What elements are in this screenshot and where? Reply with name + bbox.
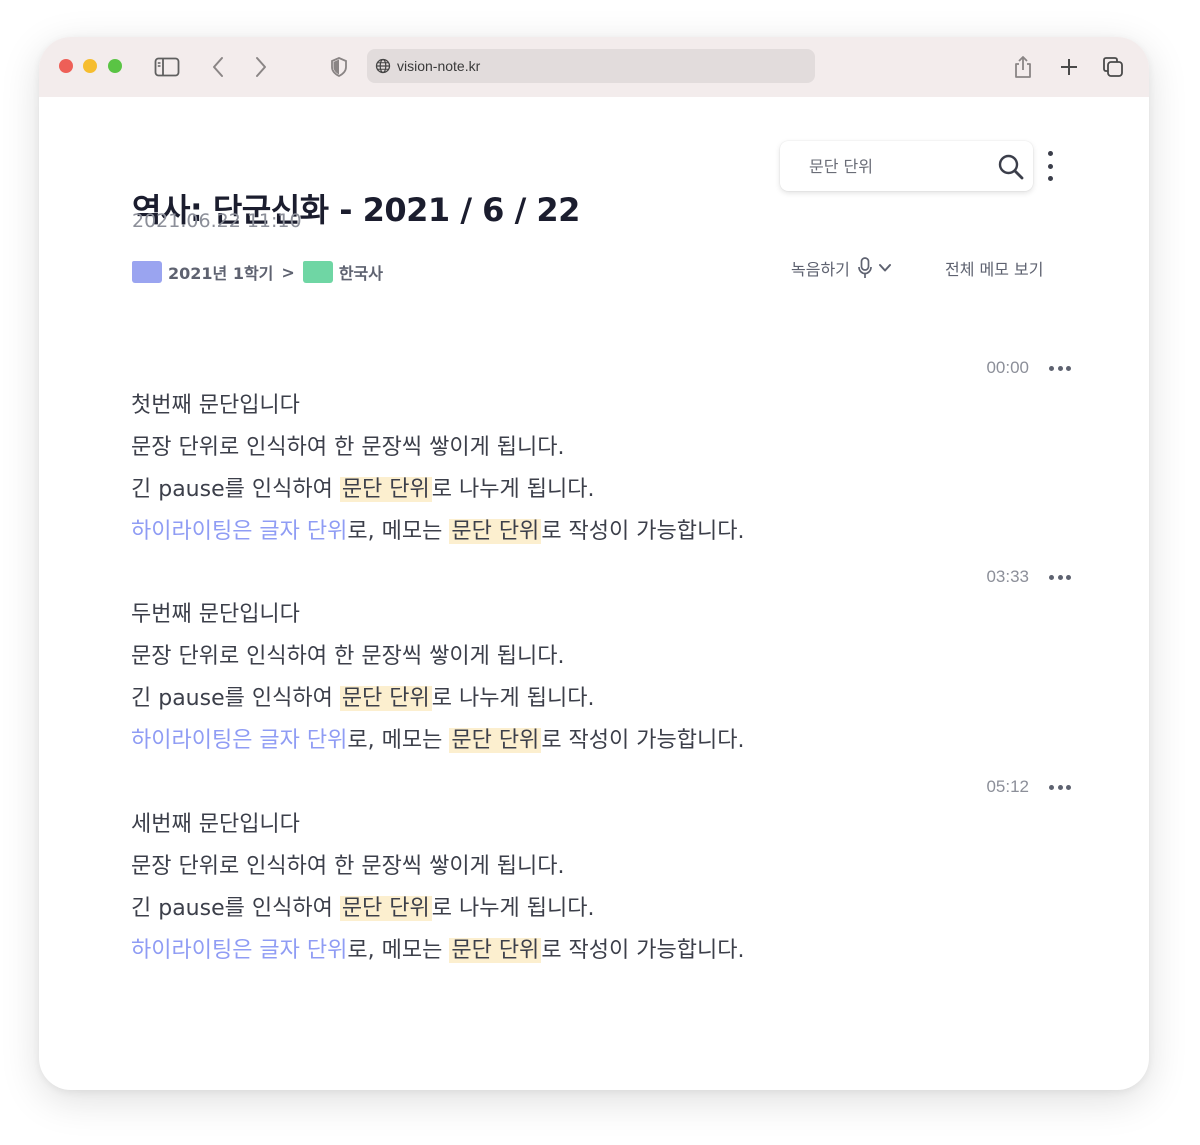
transcript-line[interactable]: 긴 pause를 인식하여 문단 단위로 나누게 됩니다. bbox=[131, 678, 744, 720]
record-button[interactable]: 녹음하기 bbox=[791, 256, 892, 280]
transcript-line[interactable]: 문장 단위로 인식하여 한 문장씩 쌓이게 됩니다. bbox=[131, 636, 744, 678]
memo-highlight[interactable]: 문단 단위 bbox=[449, 728, 542, 753]
more-horizontal-icon[interactable] bbox=[1049, 784, 1071, 790]
chevron-down-icon bbox=[878, 263, 892, 273]
memo-highlight[interactable]: 문단 단위 bbox=[449, 519, 542, 544]
transcript-line[interactable]: 두번째 문단입니다 bbox=[131, 594, 744, 636]
text-highlight[interactable]: 하이라이팅은 글자 단위 bbox=[131, 728, 347, 753]
globe-icon bbox=[375, 58, 391, 74]
transcript-line[interactable]: 긴 pause를 인식하여 문단 단위로 나누게 됩니다. bbox=[131, 469, 744, 511]
share-icon[interactable] bbox=[1009, 53, 1037, 81]
breadcrumb-subject[interactable]: 한국사 bbox=[339, 260, 383, 284]
folder-icon bbox=[132, 261, 162, 283]
line-text: 긴 pause를 인식하여 bbox=[131, 686, 340, 711]
line-text: 긴 pause를 인식하여 bbox=[131, 896, 340, 921]
memo-highlight[interactable]: 문단 단위 bbox=[339, 896, 432, 921]
note-timestamp: 2021.06.22 11:10 bbox=[132, 210, 302, 232]
text-highlight[interactable]: 하이라이팅은 글자 단위 bbox=[131, 519, 347, 544]
transcript-line[interactable]: 긴 pause를 인식하여 문단 단위로 나누게 됩니다. bbox=[131, 888, 744, 930]
line-text: 로 나누게 됩니다. bbox=[431, 896, 595, 921]
more-horizontal-icon[interactable] bbox=[1049, 574, 1071, 580]
forward-icon[interactable] bbox=[247, 53, 275, 81]
sidebar-icon[interactable] bbox=[153, 53, 181, 81]
address-bar[interactable]: vision-note.kr bbox=[367, 49, 815, 83]
folder-icon bbox=[302, 261, 333, 283]
line-text: 로 작성이 가능합니다. bbox=[541, 519, 745, 544]
paragraph-header: 05:12 bbox=[986, 777, 1071, 797]
transcript-line[interactable]: 하이라이팅은 글자 단위로, 메모는 문단 단위로 작성이 가능합니다. bbox=[131, 720, 744, 762]
breadcrumb-separator: > bbox=[281, 262, 295, 282]
all-memos-link[interactable]: 전체 메모 보기 bbox=[945, 256, 1044, 280]
paragraph-header: 03:33 bbox=[986, 567, 1071, 587]
memo-highlight[interactable]: 문단 단위 bbox=[339, 477, 432, 502]
transcript-line[interactable]: 문장 단위로 인식하여 한 문장씩 쌓이게 됩니다. bbox=[131, 427, 744, 469]
more-vertical-icon[interactable] bbox=[1045, 151, 1055, 181]
line-text: 로 나누게 됩니다. bbox=[431, 686, 595, 711]
line-text: 로 나누게 됩니다. bbox=[431, 477, 595, 502]
browser-toolbar: vision-note.kr bbox=[39, 37, 1149, 97]
more-horizontal-icon[interactable] bbox=[1049, 365, 1071, 371]
memo-highlight[interactable]: 문단 단위 bbox=[339, 686, 432, 711]
breadcrumb: 2021년 1학기 > 한국사 bbox=[132, 260, 383, 284]
new-tab-icon[interactable] bbox=[1055, 53, 1083, 81]
tabs-icon[interactable] bbox=[1099, 53, 1127, 81]
transcript-line[interactable]: 하이라이팅은 글자 단위로, 메모는 문단 단위로 작성이 가능합니다. bbox=[131, 930, 744, 972]
transcript-line[interactable]: 세번째 문단입니다 bbox=[131, 804, 744, 846]
transcript-line[interactable]: 문장 단위로 인식하여 한 문장씩 쌓이게 됩니다. bbox=[131, 846, 744, 888]
line-text: 긴 pause를 인식하여 bbox=[131, 477, 340, 502]
paragraph-timestamp[interactable]: 00:00 bbox=[986, 358, 1029, 378]
paragraph-header: 00:00 bbox=[986, 358, 1071, 378]
memo-highlight[interactable]: 문단 단위 bbox=[449, 938, 542, 963]
line-text: 로 작성이 가능합니다. bbox=[541, 938, 745, 963]
search-input[interactable] bbox=[807, 155, 991, 177]
paragraph-timestamp[interactable]: 05:12 bbox=[986, 777, 1029, 797]
close-window-button[interactable] bbox=[59, 59, 73, 73]
zoom-window-button[interactable] bbox=[108, 59, 122, 73]
record-label: 녹음하기 bbox=[791, 260, 850, 279]
search-icon[interactable] bbox=[997, 153, 1025, 185]
line-text: 로, 메모는 bbox=[347, 938, 450, 963]
url-text: vision-note.kr bbox=[397, 58, 481, 74]
line-text: 로, 메모는 bbox=[347, 519, 450, 544]
text-highlight[interactable]: 하이라이팅은 글자 단위 bbox=[131, 938, 347, 963]
paragraph-timestamp[interactable]: 03:33 bbox=[986, 567, 1029, 587]
breadcrumb-semester[interactable]: 2021년 1학기 bbox=[168, 260, 273, 284]
browser-window: vision-note.kr 역사: 단군신화 - 2021 / 6 / 22 … bbox=[39, 37, 1149, 1090]
shield-icon[interactable] bbox=[325, 53, 353, 81]
note-page: 역사: 단군신화 - 2021 / 6 / 22 2021.06.22 11:1… bbox=[39, 97, 1149, 1090]
line-text: 로 작성이 가능합니다. bbox=[541, 728, 745, 753]
line-text: 로, 메모는 bbox=[347, 728, 450, 753]
transcript-line[interactable]: 하이라이팅은 글자 단위로, 메모는 문단 단위로 작성이 가능합니다. bbox=[131, 511, 744, 553]
search-box bbox=[780, 141, 1033, 191]
back-icon[interactable] bbox=[204, 53, 232, 81]
microphone-icon bbox=[858, 257, 872, 279]
transcript-line[interactable]: 첫번째 문단입니다 bbox=[131, 385, 744, 427]
minimize-window-button[interactable] bbox=[83, 59, 97, 73]
